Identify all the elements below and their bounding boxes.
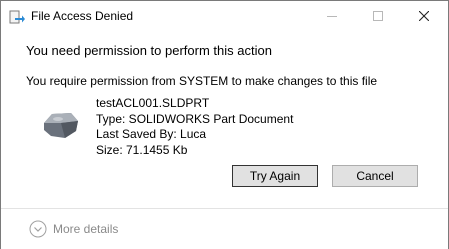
close-icon bbox=[419, 11, 429, 21]
file-access-denied-dialog: File Access Denied You need permission t… bbox=[0, 0, 449, 249]
file-details: testACL001.SLDPRT Type: SOLIDWORKS Part … bbox=[96, 96, 293, 158]
try-again-button[interactable]: Try Again bbox=[232, 165, 318, 187]
maximize-button[interactable] bbox=[355, 1, 401, 32]
file-name: testACL001.SLDPRT bbox=[96, 96, 210, 110]
dialog-subheading: You require permission from SYSTEM to ma… bbox=[26, 74, 378, 88]
file-last-saved: Last Saved By: Luca bbox=[96, 127, 207, 141]
file-transfer-icon bbox=[9, 9, 25, 25]
cancel-button[interactable]: Cancel bbox=[332, 165, 418, 187]
file-size: Size: 71.1455 Kb bbox=[96, 142, 188, 157]
window-title: File Access Denied bbox=[31, 9, 134, 23]
dialog-footer: More details bbox=[1, 208, 448, 249]
dialog-heading: You need permission to perform this acti… bbox=[26, 43, 272, 58]
maximize-icon bbox=[373, 11, 383, 21]
solidworks-part-icon bbox=[41, 109, 81, 141]
file-type: Type: SOLIDWORKS Part Document bbox=[96, 111, 294, 126]
more-details-label: More details bbox=[53, 222, 119, 236]
title-bar: File Access Denied bbox=[1, 1, 448, 32]
minimize-button[interactable] bbox=[309, 1, 355, 32]
chevron-down-circle-icon bbox=[29, 220, 47, 238]
minimize-icon bbox=[327, 16, 337, 17]
close-button[interactable] bbox=[401, 1, 447, 32]
